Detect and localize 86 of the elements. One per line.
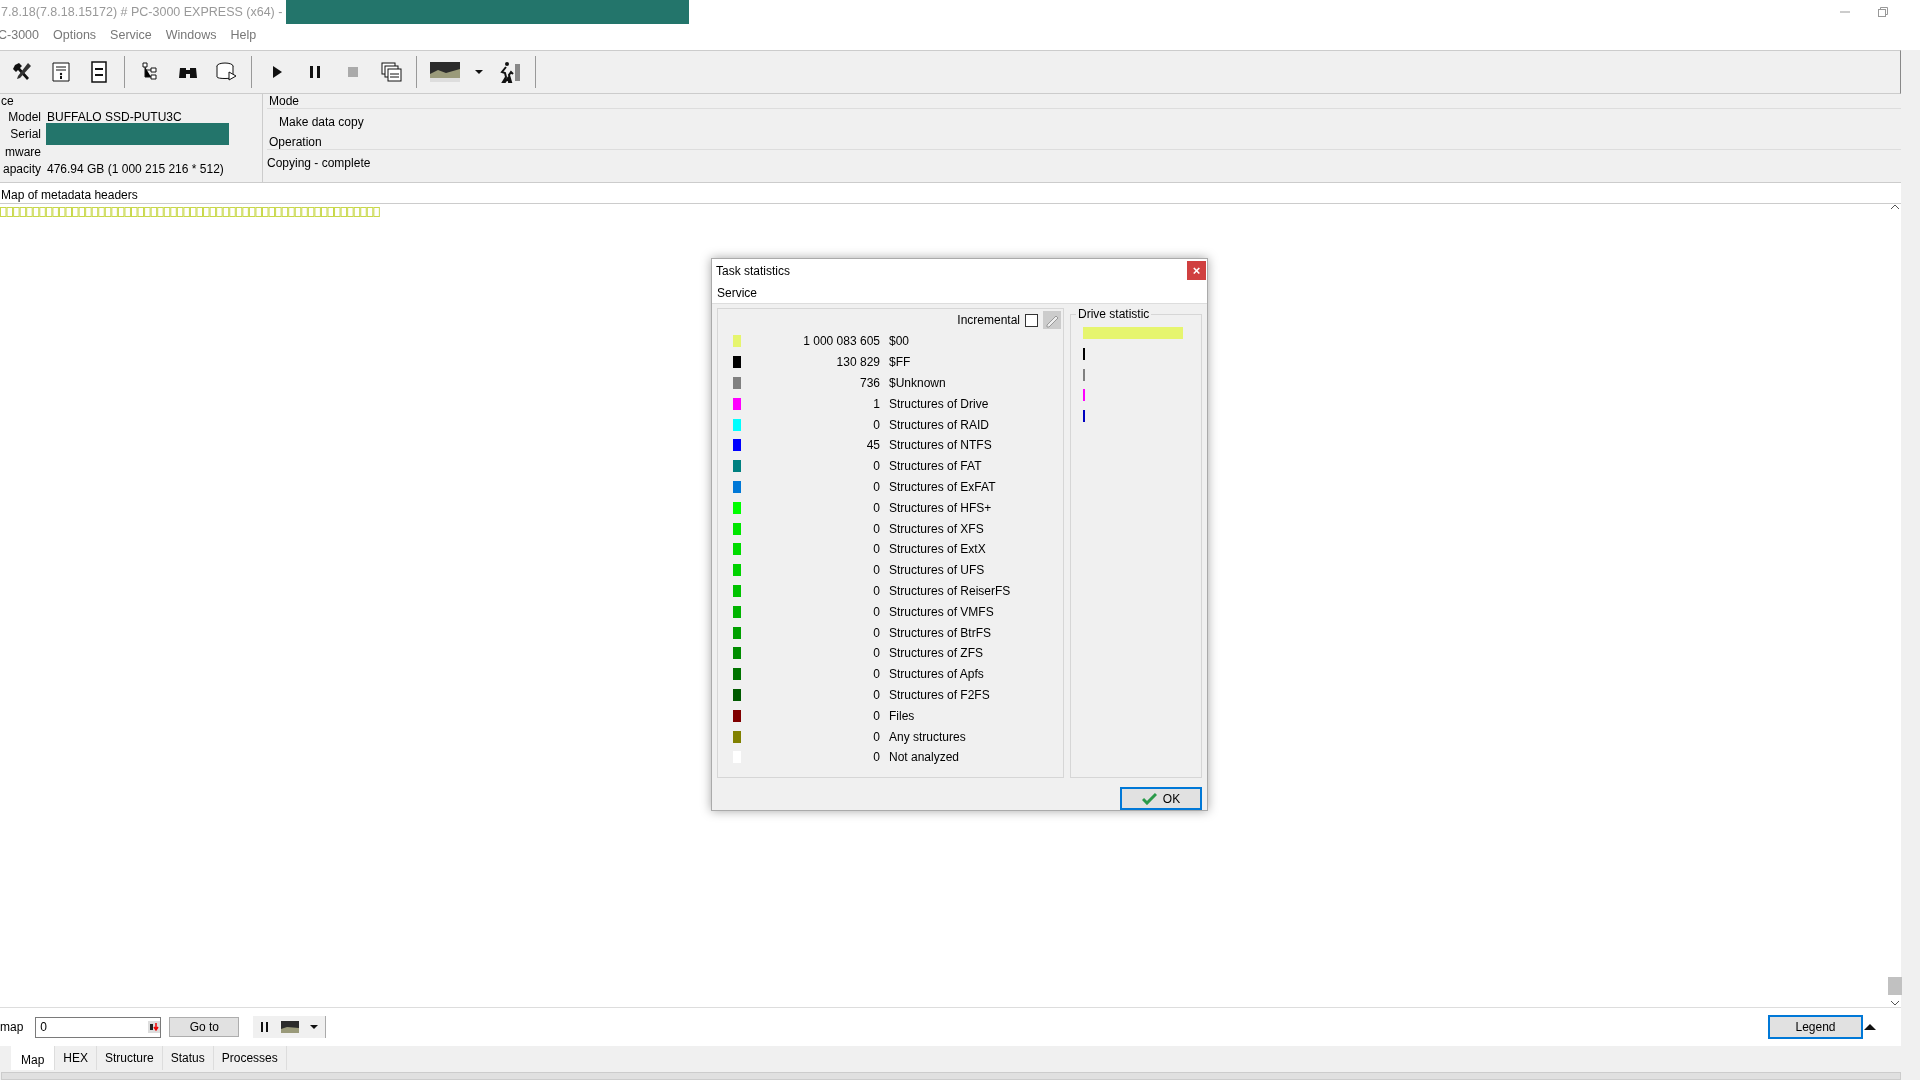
- field-label: Model: [7, 109, 41, 124]
- windows-icon[interactable]: [379, 60, 403, 84]
- category-label: Structures of XFS: [889, 521, 984, 536]
- count-value: 0: [872, 729, 880, 744]
- section-label: ce: [1, 94, 14, 108]
- caret-icon[interactable]: [309, 1023, 320, 1031]
- count-value: 0: [872, 583, 880, 598]
- checkbox[interactable]: [1025, 313, 1038, 327]
- jump-icon[interactable]: [148, 1021, 161, 1033]
- field-value: 476.94 GB (1 000 215 216 * 512): [47, 162, 224, 177]
- expand-icon[interactable]: [1863, 1022, 1877, 1032]
- close-button[interactable]: ×: [1187, 261, 1206, 281]
- image-icon[interactable]: [430, 60, 460, 84]
- category-label: Not analyzed: [889, 750, 960, 765]
- category-label: Structures of ExtX: [889, 542, 986, 557]
- count-value: 0: [872, 625, 880, 640]
- operation-value: Copying - complete: [267, 156, 371, 170]
- category-label: Structures of ZFS: [889, 646, 984, 661]
- legend-button[interactable]: Legend: [1768, 1015, 1863, 1039]
- menu-item[interactable]: Service: [717, 285, 757, 300]
- category-label: Structures of VMFS: [889, 604, 994, 619]
- count-value: 736: [858, 376, 880, 390]
- count-value: 0: [872, 479, 880, 494]
- caret-icon[interactable]: [474, 68, 484, 76]
- field-value: BUFFALO SSD-PUTU3C: [47, 109, 182, 124]
- horizontal-scrollbar[interactable]: [1, 1072, 1901, 1080]
- count-value: 0: [872, 459, 880, 474]
- count-value: 0: [872, 563, 880, 578]
- count-value: 0: [872, 646, 880, 661]
- category-label: $FF: [889, 355, 911, 370]
- category-label: $00: [889, 334, 910, 349]
- field-label: mware: [4, 144, 41, 159]
- category-label: Structures of NTFS: [889, 438, 992, 453]
- menu-item[interactable]: Service: [110, 28, 152, 42]
- count-value: 0: [872, 750, 880, 765]
- field-label: Serial: [9, 127, 41, 142]
- runner-icon[interactable]: [498, 60, 522, 84]
- scroll-up-icon[interactable]: [1890, 203, 1900, 211]
- checkbox-label: Incremental: [957, 313, 1020, 327]
- dialog-title: Task statistics: [716, 263, 790, 278]
- count-value: 0: [872, 500, 880, 515]
- category-label: Structures of UFS: [889, 563, 985, 578]
- document-icon[interactable]: [49, 60, 73, 84]
- mode-value: Make data copy: [279, 115, 364, 129]
- goto-button[interactable]: Go to: [169, 1017, 240, 1037]
- scrollbar-thumb[interactable]: [1888, 977, 1902, 995]
- ok-button[interactable]: OK: [1120, 787, 1202, 810]
- category-label: Structures of Apfs: [889, 667, 984, 682]
- category-label: Structures of HFS+: [889, 500, 992, 515]
- map-title: Map of metadata headers: [1, 188, 138, 202]
- count-value: 0: [872, 667, 880, 682]
- category-label: Structures of Drive: [889, 396, 989, 411]
- menu-item[interactable]: Windows: [165, 28, 217, 42]
- category-label: Files: [889, 708, 915, 723]
- count-value: 0: [872, 521, 880, 536]
- category-label: Structures of RAID: [889, 417, 990, 432]
- field-label: map: [0, 1020, 24, 1034]
- count-value: 0: [872, 687, 880, 702]
- count-value: 45: [865, 438, 880, 453]
- count-value: 0: [872, 708, 880, 723]
- menu-item[interactable]: Help: [230, 28, 257, 42]
- check-icon: [1141, 792, 1157, 805]
- category-label: $Unknown: [889, 376, 946, 390]
- section-label: Operation: [269, 135, 322, 149]
- window-title: 7.8.18(7.8.18.15172) # PC-3000 EXPRESS (x64) -: [0, 5, 284, 19]
- count-value: 0: [872, 417, 880, 432]
- category-label: Structures of BtrFS: [889, 625, 992, 640]
- group-title: Drive statistic: [1076, 307, 1152, 321]
- count-value: 130 829: [835, 355, 880, 370]
- count-value: 1: [872, 396, 880, 411]
- field-label: apacity: [1, 162, 41, 177]
- category-label: Structures of FAT: [889, 459, 982, 474]
- category-label: Structures of ReiserFS: [889, 583, 1011, 598]
- count-value: 1 000 083 605: [802, 334, 880, 349]
- tab[interactable]: Map: [11, 1046, 56, 1070]
- section-label: Mode: [269, 94, 300, 108]
- image-icon[interactable]: [281, 1021, 300, 1033]
- menu-item[interactable]: Options: [53, 28, 97, 42]
- count-value: 0: [872, 542, 880, 557]
- category-label: Structures of F2FS: [889, 687, 990, 702]
- scroll-down-icon[interactable]: [1890, 999, 1900, 1007]
- restore-icon[interactable]: [1878, 7, 1888, 17]
- position-field[interactable]: 0: [35, 1016, 162, 1038]
- category-label: Any structures: [889, 729, 966, 744]
- category-label: Structures of ExFAT: [889, 479, 996, 494]
- count-value: 0: [872, 604, 880, 619]
